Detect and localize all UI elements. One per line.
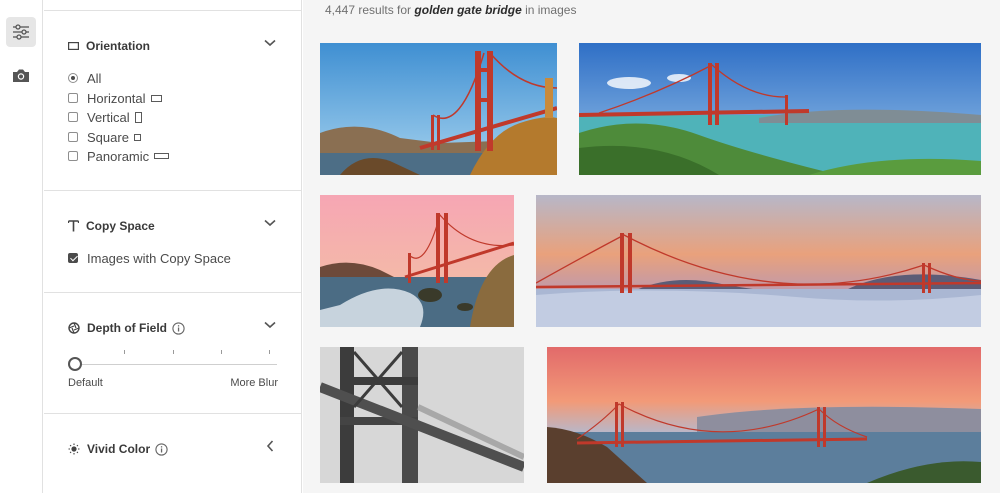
copy-space-header[interactable]: Copy Space: [68, 216, 278, 236]
results-summary: 4,447 results for golden gate bridge in …: [325, 3, 576, 17]
copy-space-section: Copy Space Images with Copy Space: [44, 190, 302, 292]
bridge-headlands-image: [579, 43, 981, 175]
results-text: results for: [358, 3, 412, 17]
depth-of-field-title: Depth of Field: [87, 321, 167, 335]
option-label: Horizontal: [87, 90, 146, 106]
left-rail: [0, 0, 43, 493]
info-icon[interactable]: [172, 321, 185, 335]
option-label: Panoramic: [87, 148, 150, 164]
depth-slider-thumb[interactable]: [68, 357, 82, 371]
image-tile-3[interactable]: [320, 195, 514, 327]
sun-icon: [68, 443, 80, 455]
slider-tick: [124, 350, 125, 354]
filters-icon: [13, 24, 29, 40]
orientation-header[interactable]: Orientation: [68, 36, 278, 56]
orientation-option-horizontal[interactable]: Horizontal: [68, 89, 162, 107]
filter-panel: Orientation All Horizontal Vertical Squa…: [44, 0, 302, 493]
bridge-panorama-image: [547, 347, 981, 483]
slider-tick: [221, 350, 222, 354]
bridge-dusk-waves-image: [320, 195, 514, 327]
filters-button[interactable]: [6, 17, 36, 47]
vivid-color-title: Vivid Color: [87, 442, 151, 456]
bridge-above-fog-image: [536, 195, 981, 327]
results-count: 4,447: [325, 3, 356, 17]
slider-max-label: More Blur: [230, 377, 278, 389]
radio-all[interactable]: [68, 73, 78, 83]
orientation-option-square[interactable]: Square: [68, 128, 141, 146]
vertical-shape-icon: [134, 111, 142, 123]
image-tile-5[interactable]: [320, 347, 524, 483]
results-scope: in images: [525, 3, 577, 17]
camera-icon: [13, 69, 29, 82]
results-area: 4,447 results for golden gate bridge in …: [303, 0, 1000, 493]
slider-tick: [269, 350, 270, 354]
vivid-color-section: Vivid Color: [44, 413, 302, 483]
chevron-down-icon[interactable]: [264, 39, 276, 47]
bridge-in-fog-image: [320, 347, 524, 483]
aperture-icon: [68, 322, 80, 334]
bridge-sunset-image: [320, 43, 557, 175]
image-tile-6[interactable]: [547, 347, 981, 483]
horizontal-shape-icon: [150, 94, 162, 102]
depth-of-field-section: Depth of Field Default More Blur: [44, 292, 302, 413]
visual-search-button[interactable]: [6, 60, 36, 90]
orientation-title: Orientation: [86, 39, 151, 53]
image-tile-1[interactable]: [320, 43, 557, 175]
text-icon: [68, 220, 79, 232]
orientation-option-panoramic[interactable]: Panoramic: [68, 147, 170, 165]
option-label: Images with Copy Space: [87, 250, 231, 266]
square-shape-icon: [133, 133, 141, 141]
option-label: Square: [87, 129, 129, 145]
slider-min-label: Default: [68, 377, 103, 389]
panoramic-shape-icon: [154, 153, 170, 159]
copy-space-option[interactable]: Images with Copy Space: [68, 249, 231, 267]
copy-space-title: Copy Space: [86, 219, 155, 233]
orientation-section: Orientation All Horizontal Vertical Squa…: [44, 10, 302, 190]
option-label: All: [87, 70, 102, 86]
image-tile-4[interactable]: [536, 195, 981, 327]
slider-tick: [173, 350, 174, 354]
depth-of-field-header[interactable]: Depth of Field: [68, 318, 278, 338]
checkbox-panoramic[interactable]: [68, 151, 78, 161]
chevron-left-icon[interactable]: [266, 440, 274, 452]
checkbox-horizontal[interactable]: [68, 93, 78, 103]
chevron-down-icon[interactable]: [264, 219, 276, 227]
search-query: golden gate bridge: [414, 3, 522, 17]
chevron-down-icon[interactable]: [264, 321, 276, 329]
option-label: Vertical: [87, 109, 130, 125]
vivid-color-header[interactable]: Vivid Color: [68, 439, 278, 459]
depth-slider-track[interactable]: [75, 364, 277, 365]
checkbox-square[interactable]: [68, 132, 78, 142]
image-tile-2[interactable]: [579, 43, 981, 175]
orientation-option-vertical[interactable]: Vertical: [68, 108, 142, 126]
checkbox-vertical[interactable]: [68, 112, 78, 122]
checkbox-copy-space[interactable]: [68, 253, 78, 263]
rectangle-icon: [68, 42, 79, 50]
info-icon[interactable]: [155, 442, 168, 456]
orientation-option-all[interactable]: All: [68, 69, 101, 87]
